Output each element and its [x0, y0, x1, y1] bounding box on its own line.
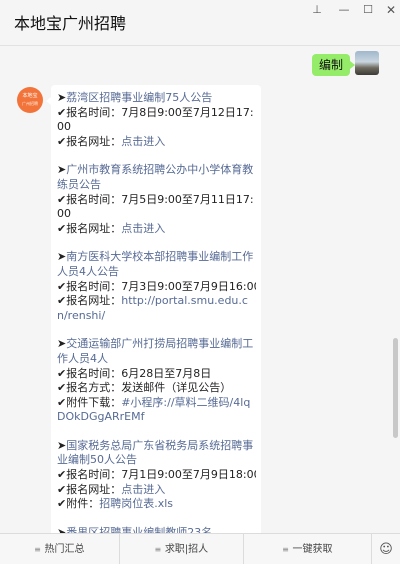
- pin-icon[interactable]: ⊥: [306, 2, 328, 18]
- detail-label: ✔附件下载：: [57, 395, 122, 409]
- menu-label: 热门汇总: [44, 544, 85, 555]
- chat-title: 本地宝广州招聘: [14, 14, 127, 33]
- keyboard-switch-icon[interactable]: ☺: [371, 534, 400, 564]
- detail-value: 7月1日9:00至7月9日18:00: [121, 468, 256, 482]
- detail-label: ✔报名网址：: [57, 482, 122, 496]
- arrow-icon: ➤: [57, 525, 67, 533]
- detail-link[interactable]: 点击进入: [121, 222, 165, 235]
- menu-label: 一键获取: [292, 544, 333, 555]
- chat-area: 编制 本地宝 广州招聘 ➤荔湾区招聘事业编制75人公告 ✔报名时间：7月8日9:0…: [0, 47, 400, 533]
- detail-link[interactable]: 招聘岗位表.xls: [99, 497, 173, 510]
- announcement-item: ➤荔湾区招聘事业编制75人公告 ✔报名时间：7月8日9:00至7月12日17:00…: [57, 91, 256, 149]
- bottom-menu: ≡ 热门汇总 ≡ 求职|招人 ≡ 一键获取 ☺: [0, 533, 400, 564]
- menu-hot-summary[interactable]: ≡ 热门汇总: [0, 534, 118, 564]
- chat-scrollbar[interactable]: [393, 338, 398, 438]
- announcement-title: 国家税务总局广东省税务局系统招聘事业编制50人公告: [57, 438, 254, 467]
- menu-one-click[interactable]: ≡ 一键获取: [243, 534, 370, 564]
- close-icon[interactable]: ✕: [380, 2, 400, 18]
- announcement-title-link[interactable]: ➤南方医科大学校本部招聘事业编制工作人员4人公告: [57, 250, 256, 279]
- announcement-title: 南方医科大学校本部招聘事业编制工作人员4人公告: [57, 250, 254, 278]
- arrow-icon: ➤: [57, 337, 67, 351]
- detail-link[interactable]: 点击进入: [121, 135, 165, 148]
- announcement-title: 广州市教育系统招聘公办中小学体育教练员公告: [57, 163, 254, 191]
- title-bar: 本地宝广州招聘 ⊥ — ☐ ✕: [0, 0, 400, 46]
- avatar-logo-text: 本地宝: [22, 93, 38, 99]
- announcement-title-link[interactable]: ➤荔湾区招聘事业编制75人公告: [57, 91, 256, 106]
- menu-hamburger-icon: ≡: [34, 545, 41, 554]
- announcement-title-link[interactable]: ➤国家税务总局广东省税务局系统招聘事业编制50人公告: [57, 439, 256, 468]
- detail-label: ✔报名网址：: [57, 221, 122, 235]
- account-avatar[interactable]: 本地宝 广州招聘: [17, 87, 43, 113]
- detail-line: ✔报名时间：6月28日至7月8日: [57, 367, 256, 382]
- announcement-title-link[interactable]: ➤广州市教育系统招聘公办中小学体育教练员公告: [57, 163, 256, 192]
- arrow-icon: ➤: [57, 163, 67, 177]
- detail-line: ✔报名方式：发送邮件（详见公告）: [57, 381, 256, 396]
- announcement-item: ➤番禺区招聘事业编制教师23名✔报名时间：7月3日9:00至7月9日17:00✔…: [57, 526, 256, 533]
- incoming-message: ➤荔湾区招聘事业编制75人公告 ✔报名时间：7月8日9:00至7月12日17:00…: [46, 85, 261, 533]
- detail-label: ✔报名网址：: [57, 134, 122, 148]
- announcement-item: ➤南方医科大学校本部招聘事业编制工作人员4人公告 ✔报名时间：7月3日9:00至7…: [57, 250, 256, 323]
- menu-label: 求职|招人: [164, 544, 209, 555]
- announcement-title-link[interactable]: ➤番禺区招聘事业编制教师23名: [57, 526, 256, 533]
- avatar-logo-subtext: 广州招聘: [22, 101, 38, 106]
- arrow-icon: ➤: [57, 438, 67, 452]
- announcement-title: 荔湾区招聘事业编制75人公告: [66, 91, 213, 104]
- announcement-item: ➤国家税务总局广东省税务局系统招聘事业编制50人公告 ✔报名时间：7月1日9:00…: [57, 439, 256, 512]
- detail-line: ✔报名网址：http://portal.smu.edu.cn/renshi/: [57, 294, 256, 323]
- detail-line: ✔报名时间：7月8日9:00至7月12日17:00: [57, 106, 256, 135]
- user-avatar[interactable]: [355, 51, 379, 75]
- detail-line: ✔报名时间：7月1日9:00至7月9日18:00: [57, 468, 256, 483]
- announcement-title: 交通运输部广州打捞局招聘事业编制工作人员4人: [57, 337, 254, 365]
- announcement-title: 番禺区招聘事业编制教师23名: [66, 525, 213, 533]
- announcement-item: ➤交通运输部广州打捞局招聘事业编制工作人员4人 ✔报名时间：6月28日至7月8日 ✔…: [57, 337, 256, 425]
- detail-value: 6月28日至7月8日: [121, 366, 212, 380]
- detail-line: ✔附件：招聘岗位表.xls: [57, 497, 256, 512]
- detail-label: ✔报名时间：: [57, 192, 122, 206]
- detail-line: ✔报名网址：点击进入: [57, 483, 256, 498]
- detail-link[interactable]: 点击进入: [121, 483, 165, 496]
- detail-value: 发送邮件（详见公告）: [121, 381, 232, 395]
- maximize-icon[interactable]: ☐: [357, 2, 379, 18]
- arrow-icon: ➤: [57, 250, 67, 264]
- menu-job-hiring[interactable]: ≡ 求职|招人: [119, 534, 242, 564]
- minimize-icon[interactable]: —: [333, 2, 355, 18]
- detail-value: 7月3日9:00至7月9日16:00: [121, 279, 256, 293]
- detail-label: ✔报名网址：: [57, 294, 122, 308]
- outgoing-message[interactable]: 编制: [312, 54, 356, 76]
- detail-line: ✔报名网址：点击进入: [57, 222, 256, 237]
- menu-hamburger-icon: ≡: [282, 545, 289, 554]
- announcement-item: ➤广州市教育系统招聘公办中小学体育教练员公告 ✔报名时间：7月5日9:00至7月1…: [57, 163, 256, 236]
- detail-label: ✔报名时间：: [57, 279, 122, 293]
- detail-line: ✔报名时间：7月3日9:00至7月9日16:00: [57, 280, 256, 295]
- detail-label: ✔报名时间：: [57, 366, 122, 380]
- detail-line: ✔报名时间：7月5日9:00至7月11日17:00: [57, 193, 256, 222]
- detail-label: ✔报名时间：: [57, 468, 122, 482]
- detail-line: ✔报名网址：点击进入: [57, 135, 256, 150]
- detail-line: ✔附件下载：#小程序://草料二维码/4lqDOkDGgARrEMf: [57, 396, 256, 425]
- arrow-icon: ➤: [57, 91, 67, 104]
- detail-label: ✔附件：: [57, 497, 100, 511]
- menu-hamburger-icon: ≡: [154, 545, 162, 554]
- detail-label: ✔报名方式：: [57, 381, 122, 395]
- announcement-title-link[interactable]: ➤交通运输部广州打捞局招聘事业编制工作人员4人: [57, 337, 256, 366]
- detail-label: ✔报名时间：: [57, 105, 122, 119]
